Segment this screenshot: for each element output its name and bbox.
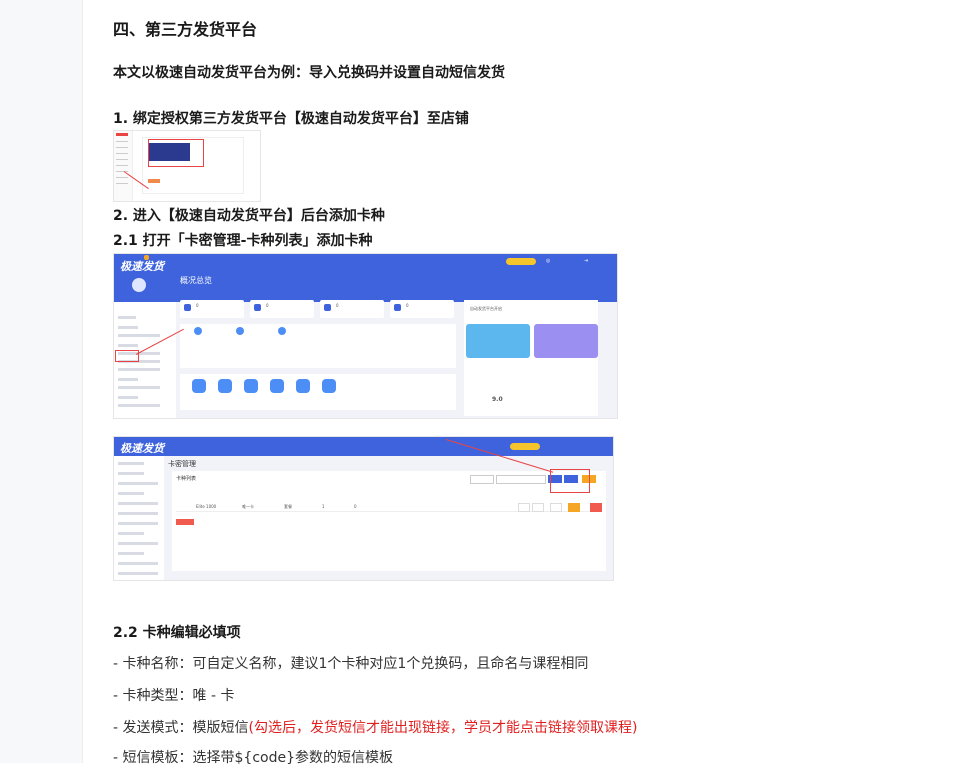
shot2-title: 概况总览 [180,276,212,285]
shot2-right-title: 自动发货平台开启 [470,306,502,311]
screenshot-bind-platform [113,130,261,202]
shot2-nav-line [118,316,136,319]
shot2-shortcut-icon [296,379,310,393]
stat-icon [254,304,261,311]
shot2-step-dot [278,327,286,335]
shot3-nav-line [118,502,158,505]
stat-icon [324,304,331,311]
shot2-card-blue [466,324,530,358]
step2-heading: 2. 进入【极速自动发货平台】后台添加卡种 [113,208,385,224]
shot3-nav-line [118,462,144,465]
shot2-stat-card: 0 [390,300,454,318]
step2-1-heading: 2.1 打开「卡密管理-卡种列表」添加卡种 [113,233,373,249]
shot3-nav-line [118,542,158,545]
shot3-row-button [550,503,562,512]
shot1-nav-line [116,153,128,154]
shot2-shortcut-icon [218,379,232,393]
shot2-logo: 极速发货 [120,260,164,273]
shot2-nav-line [118,326,138,329]
shot3-logo: 极速发货 [120,442,164,455]
shot2-shortcut-icon [244,379,258,393]
shot2-nav-line [118,386,160,389]
shot3-page-title: 卡密管理 [168,460,196,468]
shot2-nav-line [118,378,138,381]
shot1-nav-line [116,177,128,178]
shot3-tab: 卡种列表 [176,476,197,482]
shot3-select [470,475,494,484]
shot3-row-button [568,503,580,512]
step2-2-heading: 2.2 卡种编辑必填项 [113,625,241,641]
shot2-stat-card: 0 [320,300,384,318]
shot2-stat-card: 0 [180,300,244,318]
shot1-nav-line [116,165,128,166]
shot3-batch-delete [176,519,194,525]
shot3-search-input [496,475,546,484]
shot3-main-panel [172,471,606,571]
item-card-type: - 卡种类型：唯 - 卡 [113,688,235,704]
screenshot-card-list: 极速发货 卡密管理 卡种列表 Elite 1000 唯一卡 套餐 1 0 [113,436,614,581]
shot3-nav-line [118,522,158,525]
shot1-nav-line [116,147,128,148]
shot1-highlight-box [148,139,204,167]
shot2-logo-tag [144,255,150,260]
shot2-stat-card: 0 [250,300,314,318]
shot2-message-icon: ◎ [546,258,551,264]
item-send-mode-note: (勾选后，发货短信才能出现链接，学员才能点击链接领取课程) [248,720,638,736]
item-card-name: - 卡种名称：可自定义名称，建议1个卡种对应1个兑换码，且命名与课程相同 [113,656,589,672]
shot1-authorize-button [148,179,160,183]
left-sidebar [0,0,83,763]
item-send-mode-label: - 发送模式：模版短信 [113,720,249,736]
item-send-mode: - 发送模式：模版短信(勾选后，发货短信才能出现链接，学员才能点击链接领取课程) [113,717,637,737]
shot2-shortcut-icon [322,379,336,393]
screenshot-dashboard: 极速发货 概况总览 ◎ ⇥ 0 0 0 0 自动发货平台开启 9.0 [113,253,618,419]
item-sms-template: - 短信模板：选择带${code}参数的短信模板 [113,750,393,766]
section-title: 四、第三方发货平台 [113,20,258,39]
shot1-logo [116,133,128,136]
shot3-row-button [518,503,530,512]
shot2-shortcut-icon [192,379,206,393]
shot3-sidebar [114,456,164,580]
shot3-nav-line [118,562,158,565]
shot2-nav-line [118,368,160,371]
shot2-nav-line [118,404,160,407]
shot2-highlight-box [115,350,139,362]
shot3-row-button [532,503,544,512]
shot2-step-dot [194,327,202,335]
shot3-nav-line [118,532,144,535]
shot1-nav-line [116,141,128,142]
stat-icon [184,304,191,311]
shot3-nav-line [118,482,158,485]
shot2-steps-panel [180,324,456,368]
shot2-right-value: 9.0 [492,396,503,403]
shot2-nav-line [118,344,138,347]
shot2-pill [506,258,536,265]
shot1-sidebar [114,131,133,201]
shot3-nav-line [118,552,144,555]
shot3-nav-line [118,572,158,575]
shot2-logout-icon: ⇥ [584,258,589,264]
stat-icon [394,304,401,311]
shot3-table-header [176,492,602,498]
shot3-row-delete-button [590,503,602,512]
shot3-highlight-box [550,469,590,493]
step1-heading: 1. 绑定授权第三方发货平台【极速自动发货平台】至店铺 [113,111,469,127]
shot3-nav-line [118,492,144,495]
shot2-nav-line [118,396,138,399]
shot2-avatar [132,278,146,292]
shot3-nav-line [118,512,158,515]
shot1-nav-line [116,183,128,184]
shot2-step-dot [236,327,244,335]
shot3-nav-line [118,472,144,475]
shot3-pill [510,443,540,450]
shot1-nav-line [116,159,128,160]
shot2-nav-line [118,334,160,337]
shot2-right-panel [464,300,598,416]
shot2-shortcut-icon [270,379,284,393]
shot2-card-purple [534,324,598,358]
intro-text: 本文以极速自动发货平台为例：导入兑换码并设置自动短信发货 [113,65,505,81]
